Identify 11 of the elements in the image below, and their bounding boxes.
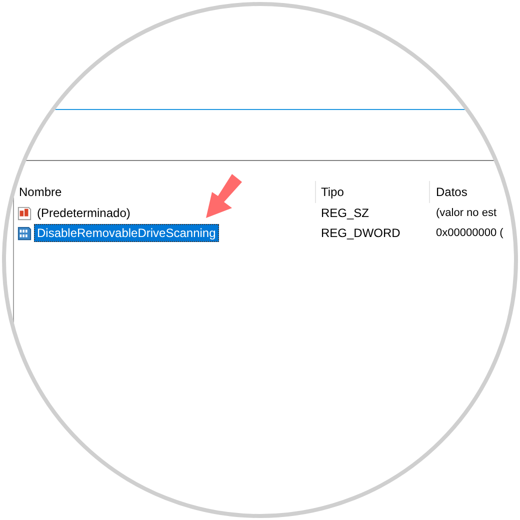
value-name[interactable]: DisableRemovableDriveScanning: [34, 224, 219, 242]
value-type: REG_SZ: [320, 206, 370, 220]
column-header[interactable]: Datos: [430, 181, 514, 203]
value-data: 0x00000000 (: [435, 227, 504, 239]
value-type: REG_DWORD: [320, 226, 402, 240]
value-data: (valor no est: [435, 207, 498, 219]
pointer-arrow: [204, 174, 244, 220]
binary-value-icon: [17, 226, 32, 240]
column-header[interactable]: Tipo: [316, 181, 430, 203]
string-value-icon: [17, 206, 32, 220]
value-name[interactable]: (Predeterminado): [34, 204, 134, 222]
